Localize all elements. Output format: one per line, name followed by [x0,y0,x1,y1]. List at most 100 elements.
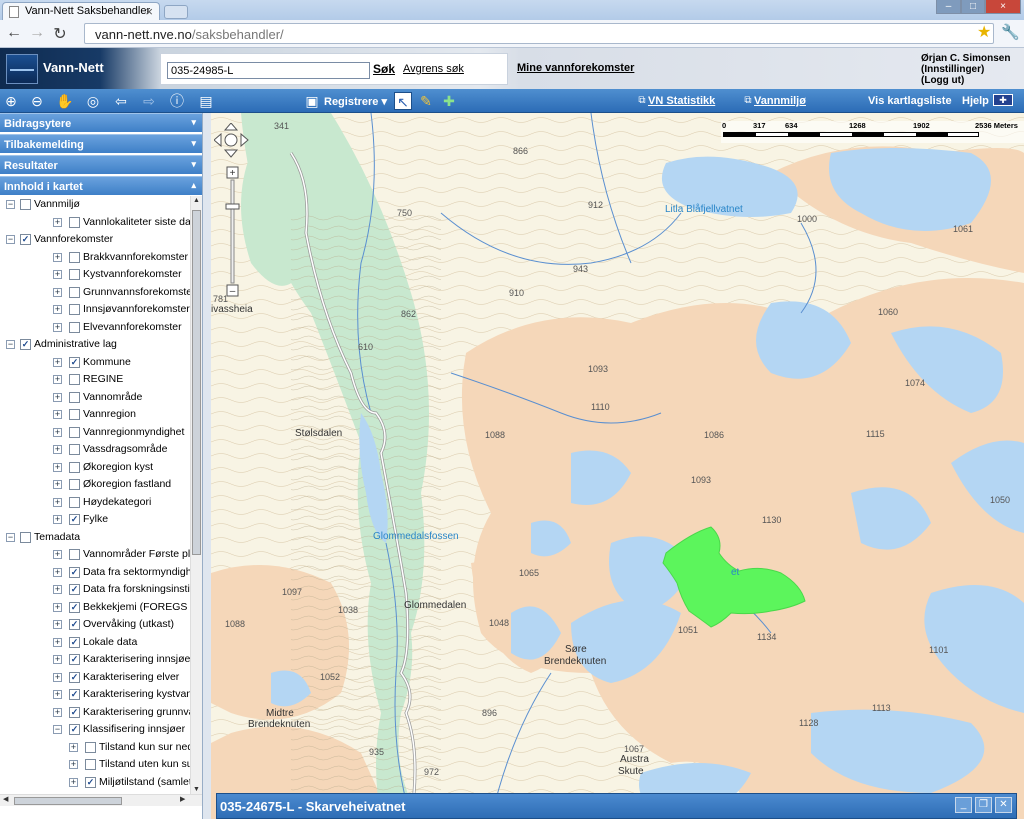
layer-tree-item[interactable]: + Økoregion kyst [0,461,190,477]
layer-tree-item[interactable]: + Høydekategori [0,496,190,512]
expand-icon[interactable]: + [53,620,62,629]
settings-link[interactable]: (Innstillinger) [921,64,1010,75]
browser-tab[interactable]: Vann-Nett Saksbehandler × [2,2,160,20]
layer-checkbox[interactable] [69,391,80,403]
layer-tree-item[interactable]: + ✓ Miljøtilstand (samlet) [0,776,190,792]
collapse-icon[interactable]: − [6,235,15,244]
expand-icon[interactable]: + [53,690,62,699]
info-icon[interactable]: ⓘ [168,92,186,110]
expand-icon[interactable]: + [53,672,62,682]
vannmiljo-link[interactable]: Vannmiljø [754,95,806,107]
scroll-right-arrow-icon[interactable]: ▶ [180,795,185,803]
reload-icon[interactable]: ↻ [50,24,70,44]
expand-icon[interactable]: + [69,760,78,769]
expand-icon[interactable]: + [53,392,62,402]
layer-tree-item[interactable]: + ✓ Lokale data [0,636,190,652]
layer-checkbox[interactable]: ✓ [85,776,96,788]
expand-icon[interactable]: + [53,287,62,297]
close-tab-icon[interactable]: × [145,4,153,19]
zoom-extent-icon[interactable]: ◎ [84,92,102,110]
layer-tree-item[interactable]: + ✓Data fra forskningsinstitusjoner [0,583,190,599]
layer-tree-item[interactable]: + ✓Karakterisering grunnvann [0,706,190,722]
expand-icon[interactable]: + [53,585,62,594]
expand-icon[interactable]: + [53,322,62,332]
zoom-slider[interactable]: + – [225,166,240,297]
layer-tree-item[interactable]: − Vannmiljø [0,198,190,214]
expand-icon[interactable]: + [53,410,62,419]
expand-icon[interactable]: + [53,515,62,524]
layer-tree-item[interactable]: + Vassdragsområde [0,443,190,459]
expand-icon[interactable]: + [53,655,62,664]
expand-icon[interactable]: + [53,637,62,647]
layer-tree-item[interactable]: + ✓ Karakterisering elver [0,671,190,687]
expand-icon[interactable]: + [53,567,62,577]
section-innhold-i-kartet[interactable]: Innhold i kartet ▴ [0,176,202,195]
section-bidragsytere[interactable]: Bidragsytere ▾ [0,113,202,132]
edit-pencil-icon[interactable]: ✎ [417,92,435,110]
zoom-out-icon[interactable]: ⊖ [28,92,46,110]
collapse-icon[interactable]: − [6,340,15,349]
expand-icon[interactable]: + [53,252,62,262]
layer-checkbox[interactable]: ✓ [69,566,80,578]
layer-checkbox[interactable] [69,409,80,420]
layer-checkbox[interactable]: ✓ [69,689,80,700]
expand-icon[interactable]: + [53,602,62,612]
expand-icon[interactable]: + [53,305,62,314]
print-icon[interactable]: ▤ [197,92,215,110]
collapse-icon[interactable]: − [6,532,15,542]
horizontal-scroll-thumb[interactable] [14,797,122,805]
back-icon[interactable]: ← [4,24,24,42]
layer-checkbox[interactable]: ✓ [69,671,80,683]
layer-checkbox[interactable]: ✓ [69,706,80,718]
layer-checkbox[interactable]: ✓ [69,514,80,525]
layer-tree-item[interactable]: − Temadata [0,531,190,547]
refine-search-link[interactable]: Avgrens søk [403,63,464,75]
restore-panel-button[interactable]: ❐ [975,797,992,813]
layer-tree-item[interactable]: + REGINE [0,373,190,389]
new-tab-button[interactable] [164,5,188,19]
layer-tree-item[interactable]: + Vannområde [0,391,190,407]
close-window-button[interactable]: × [985,0,1021,14]
close-panel-button[interactable]: ✕ [995,797,1012,813]
layer-checkbox[interactable]: ✓ [20,339,31,350]
vn-statistikk-link[interactable]: VN Statistikk [648,95,715,107]
layer-tree-item[interactable]: + Tilstand uten kun sur nedbør [0,758,190,774]
expand-icon[interactable]: + [53,375,62,384]
layer-tree-item[interactable]: + Økoregion fastland [0,478,190,494]
expand-icon[interactable]: + [53,497,62,507]
scroll-up-arrow-icon[interactable]: ▲ [193,197,200,204]
layer-tree-item[interactable]: + Brakkvannforekomster [0,251,190,267]
expand-icon[interactable]: + [53,357,62,367]
layer-checkbox[interactable]: ✓ [69,636,80,648]
layer-checkbox[interactable] [85,759,96,770]
search-input[interactable] [167,62,370,79]
wrench-icon[interactable]: 🔧 [1001,23,1020,41]
layer-tree-item[interactable]: + Elvevannforekomster [0,321,190,337]
layer-checkbox[interactable] [69,251,80,263]
expand-icon[interactable]: + [53,462,62,472]
layer-tree-item[interactable]: + Kystvannforekomster [0,268,190,284]
search-button[interactable]: Søk [373,62,395,76]
layer-tree-item[interactable]: + ✓Data fra sektormyndigheter [0,566,190,582]
logout-link[interactable]: (Logg ut) [921,75,1010,86]
layer-tree-item[interactable]: + ✓Bekkekjemi (FOREGS 2008) [0,601,190,617]
expand-icon[interactable]: + [69,742,78,752]
layer-checkbox[interactable]: ✓ [20,234,31,245]
layer-checkbox[interactable] [69,426,80,438]
help-link[interactable]: Hjelp [962,95,989,107]
expand-icon[interactable]: + [53,217,62,227]
minimize-window-button[interactable]: – [936,0,961,14]
layer-tree-item[interactable]: − ✓ Klassifisering innsjøer [0,723,190,739]
layer-checkbox[interactable] [69,549,80,560]
layer-tree-item[interactable]: + ✓ Kommune [0,356,190,372]
tree-horizontal-scrollbar[interactable]: ◀ ▶ [0,794,202,806]
collapse-icon[interactable]: − [6,200,15,209]
section-resultater[interactable]: Resultater ▾ [0,155,202,174]
layer-checkbox[interactable] [69,286,80,298]
layer-checkbox[interactable] [69,269,80,280]
select-feature-icon[interactable]: ↖ [394,92,412,110]
bookmark-star-icon[interactable]: ★ [977,22,991,42]
layer-checkbox[interactable] [69,461,80,473]
layer-checkbox[interactable] [69,496,80,508]
layer-checkbox[interactable]: ✓ [69,654,80,665]
